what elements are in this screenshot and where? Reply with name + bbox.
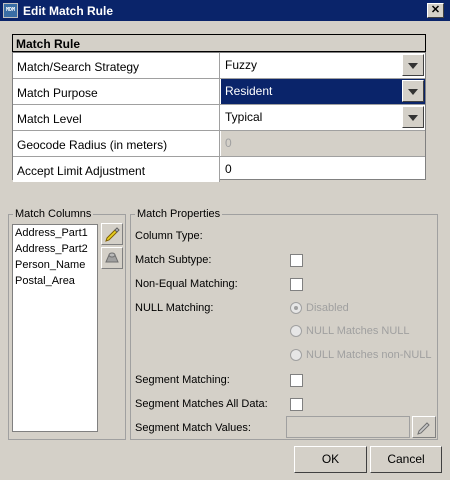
search-strategy-select[interactable]: Fuzzy bbox=[221, 53, 425, 78]
window-title: Edit Match Rule bbox=[23, 4, 114, 18]
row-label: Match Purpose bbox=[13, 79, 220, 104]
remove-icon bbox=[105, 252, 119, 263]
close-button[interactable]: ✕ bbox=[427, 3, 444, 18]
segment-values-field bbox=[286, 416, 410, 438]
match-subtype-label: Match Subtype: bbox=[135, 254, 212, 266]
dropdown-arrow-icon[interactable] bbox=[402, 106, 424, 128]
segment-all-label: Segment Matches All Data: bbox=[135, 398, 268, 410]
ok-button[interactable]: OK bbox=[294, 446, 367, 473]
non-equal-label: Non-Equal Matching: bbox=[135, 278, 238, 290]
pencil-icon bbox=[105, 227, 120, 242]
match-properties-label: Match Properties bbox=[135, 208, 223, 220]
segment-matching-label: Segment Matching: bbox=[135, 374, 230, 386]
match-subtype-checkbox[interactable] bbox=[290, 254, 303, 267]
null-option-label: Disabled bbox=[306, 302, 349, 314]
match-rule-header: Match Rule bbox=[12, 34, 426, 52]
null-option-label: NULL Matches non-NULL bbox=[306, 349, 432, 361]
edit-segment-values-button[interactable] bbox=[412, 416, 436, 438]
row-geocode-radius: Geocode Radius (in meters) 0 bbox=[13, 131, 425, 157]
null-disabled-radio[interactable] bbox=[290, 302, 302, 314]
list-item[interactable]: Postal_Area bbox=[15, 275, 75, 287]
select-value: Resident bbox=[225, 84, 273, 98]
edit-column-button[interactable] bbox=[101, 223, 123, 245]
list-item[interactable]: Address_Part2 bbox=[15, 243, 88, 255]
app-icon: MDM bbox=[3, 3, 18, 18]
row-search-strategy: Match/Search Strategy Fuzzy bbox=[13, 53, 425, 79]
column-type-label: Column Type: bbox=[135, 230, 203, 242]
match-rule-table: Match/Search Strategy Fuzzy Match Purpos… bbox=[12, 52, 426, 183]
null-matches-non-null-radio[interactable] bbox=[290, 349, 302, 361]
segment-all-checkbox[interactable] bbox=[290, 398, 303, 411]
row-accept-limit: Accept Limit Adjustment 0 bbox=[13, 157, 425, 183]
row-label: Match/Search Strategy bbox=[13, 53, 220, 78]
geocode-radius-field: 0 bbox=[221, 131, 425, 156]
dropdown-arrow-icon[interactable] bbox=[402, 80, 424, 102]
match-purpose-select[interactable]: Resident bbox=[221, 79, 425, 104]
pencil-icon bbox=[417, 422, 430, 435]
accept-limit-field[interactable]: 0 bbox=[221, 157, 425, 182]
list-item[interactable]: Person_Name bbox=[15, 259, 85, 271]
remove-column-button[interactable] bbox=[101, 247, 123, 269]
cancel-button[interactable]: Cancel bbox=[370, 446, 442, 473]
row-label: Accept Limit Adjustment bbox=[13, 157, 220, 182]
segment-values-label: Segment Match Values: bbox=[135, 422, 251, 434]
close-icon: ✕ bbox=[430, 4, 441, 16]
non-equal-checkbox[interactable] bbox=[290, 278, 303, 291]
null-option-label: NULL Matches NULL bbox=[306, 325, 410, 337]
segment-matching-checkbox[interactable] bbox=[290, 374, 303, 387]
row-match-level: Match Level Typical bbox=[13, 105, 425, 131]
dropdown-arrow-icon[interactable] bbox=[402, 54, 424, 76]
row-label: Match Level bbox=[13, 105, 220, 130]
list-item[interactable]: Address_Part1 bbox=[15, 227, 88, 239]
row-match-purpose: Match Purpose Resident bbox=[13, 79, 425, 105]
null-matching-label: NULL Matching: bbox=[135, 302, 214, 314]
select-value: Typical bbox=[225, 110, 263, 124]
title-bar: MDM Edit Match Rule ✕ bbox=[0, 0, 450, 21]
null-matches-null-radio[interactable] bbox=[290, 325, 302, 337]
select-value: Fuzzy bbox=[225, 58, 258, 72]
match-level-select[interactable]: Typical bbox=[221, 105, 425, 130]
match-columns-list[interactable]: Address_Part1 Address_Part2 Person_Name … bbox=[12, 224, 98, 432]
match-columns-label: Match Columns bbox=[13, 208, 94, 220]
row-label: Geocode Radius (in meters) bbox=[13, 131, 220, 156]
